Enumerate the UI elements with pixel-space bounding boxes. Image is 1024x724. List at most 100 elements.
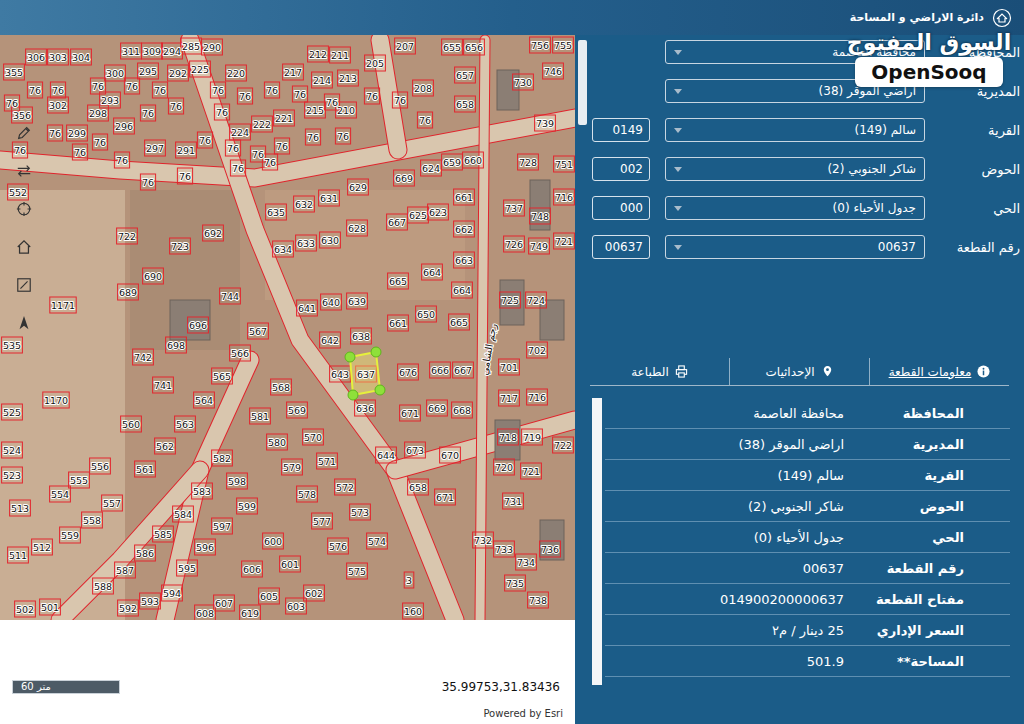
parcel-number[interactable]: 76 xyxy=(216,107,228,118)
parcel-number[interactable]: 215 xyxy=(306,105,324,116)
parcel-boundary[interactable] xyxy=(528,592,549,608)
parcel-boundary[interactable] xyxy=(50,486,71,502)
parcel-number[interactable]: 625 xyxy=(409,210,427,221)
parcel-boundary[interactable] xyxy=(408,207,429,223)
parcel-number[interactable]: 76 xyxy=(142,108,154,119)
parcel-boundary[interactable] xyxy=(176,142,197,158)
parcel-boundary[interactable] xyxy=(71,49,92,65)
parcel-boundary[interactable] xyxy=(527,342,548,358)
parcel-boundary[interactable] xyxy=(320,232,341,248)
parcel-number[interactable]: 587 xyxy=(116,565,134,576)
parcel-boundary[interactable] xyxy=(140,174,155,190)
parcel-number[interactable]: 599 xyxy=(238,501,256,512)
parcel-boundary[interactable] xyxy=(226,65,247,81)
parcel-number[interactable]: 304 xyxy=(72,52,90,63)
parcel-boundary[interactable] xyxy=(498,429,519,445)
parcel-number[interactable]: 293 xyxy=(101,95,119,106)
parcel-boundary[interactable] xyxy=(195,539,216,555)
parcel-number[interactable]: 569 xyxy=(288,405,306,416)
parcel-boundary[interactable] xyxy=(422,264,443,280)
parcel-boundary[interactable] xyxy=(527,389,548,405)
parcel-number[interactable]: 524 xyxy=(3,445,21,456)
parcel-boundary[interactable] xyxy=(12,107,33,123)
parcel-number[interactable]: 290 xyxy=(203,42,221,53)
dropdown[interactable]: سالم (149) xyxy=(665,118,925,142)
parcel-boundary[interactable] xyxy=(67,125,88,141)
parcel-number[interactable]: 738 xyxy=(529,595,547,606)
parcel-boundary[interactable] xyxy=(355,400,376,416)
parcel-boundary[interactable] xyxy=(252,116,273,132)
parcel-boundary[interactable] xyxy=(118,600,139,616)
parcel-boundary[interactable] xyxy=(328,538,349,554)
parcel-boundary[interactable] xyxy=(449,314,470,330)
parcel-number[interactable]: 657 xyxy=(456,70,474,81)
parcel-number[interactable]: 664 xyxy=(423,267,441,278)
parcel-number[interactable]: 735 xyxy=(506,578,524,589)
parcel-boundary[interactable] xyxy=(516,554,537,570)
parcel-number[interactable]: 76 xyxy=(366,91,378,102)
parcel-boundary[interactable] xyxy=(305,129,320,145)
parcel-number[interactable]: 302 xyxy=(49,100,67,111)
parcel-boundary[interactable] xyxy=(121,43,142,59)
parcel-boundary[interactable] xyxy=(367,533,388,549)
tab[interactable]: معلومات القطعة xyxy=(869,358,1009,385)
parcel-boundary[interactable] xyxy=(503,493,524,509)
parcel-boundary[interactable] xyxy=(283,64,304,80)
parcel-boundary[interactable] xyxy=(190,61,211,77)
tab[interactable]: الطباعة xyxy=(590,358,729,385)
parcel-number[interactable]: 689 xyxy=(119,287,137,298)
parcel-boundary[interactable] xyxy=(192,483,213,499)
parcel-number[interactable]: 221 xyxy=(275,113,293,124)
parcel-number[interactable]: 76 xyxy=(307,132,319,143)
parcel-boundary[interactable] xyxy=(274,110,295,126)
parcel-boundary[interactable] xyxy=(427,400,448,416)
parcel-number[interactable]: 76 xyxy=(154,85,166,96)
parcel-boundary[interactable] xyxy=(435,489,456,505)
parcel-boundary[interactable] xyxy=(210,82,225,98)
parcel-number[interactable]: 297 xyxy=(146,143,164,154)
parcel-number[interactable]: 212 xyxy=(309,49,327,60)
parcel-boundary[interactable] xyxy=(88,105,109,121)
parcel-number[interactable]: 639 xyxy=(348,296,366,307)
parcel-boundary[interactable] xyxy=(330,366,351,382)
parcel-boundary[interactable] xyxy=(513,74,534,90)
parcel-number[interactable]: 311 xyxy=(122,46,140,57)
parcel-number[interactable]: 291 xyxy=(177,145,195,156)
parcel-number[interactable]: 561 xyxy=(136,464,154,475)
parcel-number[interactable]: 670 xyxy=(441,450,459,461)
parcel-number[interactable]: 1171 xyxy=(51,300,75,311)
parcel-number[interactable]: 502 xyxy=(16,604,34,615)
parcel-boundary[interactable] xyxy=(455,96,476,112)
parcel-number[interactable]: 554 xyxy=(51,489,69,500)
parcel-boundary[interactable] xyxy=(197,132,212,148)
parcel-number[interactable]: 669 xyxy=(395,173,413,184)
parcel-boundary[interactable] xyxy=(297,300,318,316)
parcel-number[interactable]: 702 xyxy=(528,345,546,356)
parcel-number[interactable]: 575 xyxy=(348,566,366,577)
parcel-boundary[interactable] xyxy=(413,80,434,96)
parcel-boundary[interactable] xyxy=(227,473,248,489)
parcel-number[interactable]: 76 xyxy=(252,149,264,160)
parcel-number[interactable]: 76 xyxy=(74,147,86,158)
parcel-boundary[interactable] xyxy=(230,160,245,176)
parcel-number[interactable]: 535 xyxy=(3,340,21,351)
swap-arrows-icon[interactable] xyxy=(16,163,32,179)
parcel-number[interactable]: 511 xyxy=(9,550,27,561)
parcel-number[interactable]: 665 xyxy=(389,276,407,287)
parcel-boundary[interactable] xyxy=(518,154,539,170)
parcel-boundary[interactable] xyxy=(100,92,121,108)
parcel-boundary[interactable] xyxy=(405,442,426,458)
parcel-boundary[interactable] xyxy=(135,545,156,561)
parcel-boundary[interactable] xyxy=(400,405,421,421)
parcel-boundary[interactable] xyxy=(455,67,476,83)
parcel-number[interactable]: 731 xyxy=(504,496,522,507)
parcel-number[interactable]: 668 xyxy=(453,405,471,416)
parcel-boundary[interactable] xyxy=(392,92,407,108)
panel-scrollbar[interactable] xyxy=(578,40,587,125)
parcel-number[interactable]: 603 xyxy=(287,601,305,612)
vertex-handle[interactable] xyxy=(348,390,358,400)
parcel-boundary[interactable] xyxy=(535,115,556,131)
parcel-number[interactable]: 76 xyxy=(294,89,306,100)
parcel-boundary[interactable] xyxy=(121,416,142,432)
parcel-boundary[interactable] xyxy=(526,292,547,308)
